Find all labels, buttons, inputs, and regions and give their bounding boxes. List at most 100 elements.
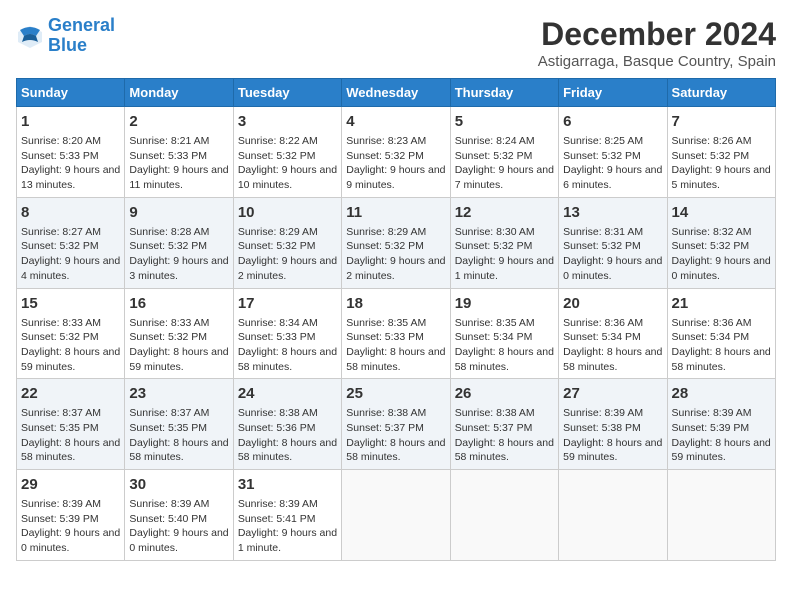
day-info: Sunrise: 8:32 AMSunset: 5:32 PMDaylight:… [672, 225, 771, 284]
calendar-cell: 27Sunrise: 8:39 AMSunset: 5:38 PMDayligh… [559, 379, 667, 470]
day-number: 12 [455, 202, 554, 223]
calendar-cell: 30Sunrise: 8:39 AMSunset: 5:40 PMDayligh… [125, 470, 233, 561]
calendar-cell: 24Sunrise: 8:38 AMSunset: 5:36 PMDayligh… [233, 379, 341, 470]
calendar-cell: 18Sunrise: 8:35 AMSunset: 5:33 PMDayligh… [342, 288, 450, 379]
calendar-cell: 10Sunrise: 8:29 AMSunset: 5:32 PMDayligh… [233, 197, 341, 288]
day-info: Sunrise: 8:35 AMSunset: 5:34 PMDaylight:… [455, 316, 554, 375]
calendar-cell: 19Sunrise: 8:35 AMSunset: 5:34 PMDayligh… [450, 288, 558, 379]
day-info: Sunrise: 8:25 AMSunset: 5:32 PMDaylight:… [563, 134, 662, 193]
header-cell-friday: Friday [559, 79, 667, 107]
day-number: 9 [129, 202, 228, 223]
day-number: 30 [129, 474, 228, 495]
calendar-cell: 17Sunrise: 8:34 AMSunset: 5:33 PMDayligh… [233, 288, 341, 379]
day-number: 11 [346, 202, 445, 223]
day-info: Sunrise: 8:34 AMSunset: 5:33 PMDaylight:… [238, 316, 337, 375]
calendar-cell: 7Sunrise: 8:26 AMSunset: 5:32 PMDaylight… [667, 107, 775, 198]
day-number: 23 [129, 383, 228, 404]
day-number: 3 [238, 111, 337, 132]
calendar-cell: 20Sunrise: 8:36 AMSunset: 5:34 PMDayligh… [559, 288, 667, 379]
day-info: Sunrise: 8:36 AMSunset: 5:34 PMDaylight:… [672, 316, 771, 375]
calendar-cell: 21Sunrise: 8:36 AMSunset: 5:34 PMDayligh… [667, 288, 775, 379]
calendar-table: SundayMondayTuesdayWednesdayThursdayFrid… [16, 78, 776, 561]
day-info: Sunrise: 8:37 AMSunset: 5:35 PMDaylight:… [129, 406, 228, 465]
day-info: Sunrise: 8:38 AMSunset: 5:37 PMDaylight:… [455, 406, 554, 465]
day-number: 1 [21, 111, 120, 132]
day-info: Sunrise: 8:24 AMSunset: 5:32 PMDaylight:… [455, 134, 554, 193]
header-cell-wednesday: Wednesday [342, 79, 450, 107]
day-number: 31 [238, 474, 337, 495]
day-number: 6 [563, 111, 662, 132]
calendar-cell [559, 470, 667, 561]
header-cell-tuesday: Tuesday [233, 79, 341, 107]
calendar-cell: 22Sunrise: 8:37 AMSunset: 5:35 PMDayligh… [17, 379, 125, 470]
day-number: 20 [563, 293, 662, 314]
calendar-cell: 28Sunrise: 8:39 AMSunset: 5:39 PMDayligh… [667, 379, 775, 470]
day-number: 29 [21, 474, 120, 495]
day-info: Sunrise: 8:39 AMSunset: 5:38 PMDaylight:… [563, 406, 662, 465]
calendar-cell: 15Sunrise: 8:33 AMSunset: 5:32 PMDayligh… [17, 288, 125, 379]
header-cell-monday: Monday [125, 79, 233, 107]
day-info: Sunrise: 8:20 AMSunset: 5:33 PMDaylight:… [21, 134, 120, 193]
calendar-cell: 5Sunrise: 8:24 AMSunset: 5:32 PMDaylight… [450, 107, 558, 198]
calendar-cell: 6Sunrise: 8:25 AMSunset: 5:32 PMDaylight… [559, 107, 667, 198]
day-number: 8 [21, 202, 120, 223]
day-number: 19 [455, 293, 554, 314]
day-number: 18 [346, 293, 445, 314]
day-number: 22 [21, 383, 120, 404]
day-number: 16 [129, 293, 228, 314]
calendar-cell: 9Sunrise: 8:28 AMSunset: 5:32 PMDaylight… [125, 197, 233, 288]
day-info: Sunrise: 8:30 AMSunset: 5:32 PMDaylight:… [455, 225, 554, 284]
calendar-cell [342, 470, 450, 561]
day-info: Sunrise: 8:39 AMSunset: 5:40 PMDaylight:… [129, 497, 228, 556]
day-info: Sunrise: 8:36 AMSunset: 5:34 PMDaylight:… [563, 316, 662, 375]
day-info: Sunrise: 8:21 AMSunset: 5:33 PMDaylight:… [129, 134, 228, 193]
day-number: 4 [346, 111, 445, 132]
logo-icon [16, 22, 44, 50]
day-number: 7 [672, 111, 771, 132]
day-info: Sunrise: 8:28 AMSunset: 5:32 PMDaylight:… [129, 225, 228, 284]
calendar-cell: 11Sunrise: 8:29 AMSunset: 5:32 PMDayligh… [342, 197, 450, 288]
calendar-cell: 16Sunrise: 8:33 AMSunset: 5:32 PMDayligh… [125, 288, 233, 379]
calendar-body: 1Sunrise: 8:20 AMSunset: 5:33 PMDaylight… [17, 107, 776, 561]
day-number: 17 [238, 293, 337, 314]
calendar-cell: 31Sunrise: 8:39 AMSunset: 5:41 PMDayligh… [233, 470, 341, 561]
page-header: General Blue December 2024 Astigarraga, … [16, 16, 776, 70]
logo-text: General Blue [48, 16, 115, 56]
logo: General Blue [16, 16, 115, 56]
day-number: 15 [21, 293, 120, 314]
day-info: Sunrise: 8:37 AMSunset: 5:35 PMDaylight:… [21, 406, 120, 465]
day-info: Sunrise: 8:29 AMSunset: 5:32 PMDaylight:… [346, 225, 445, 284]
calendar-header: SundayMondayTuesdayWednesdayThursdayFrid… [17, 79, 776, 107]
calendar-week-1: 1Sunrise: 8:20 AMSunset: 5:33 PMDaylight… [17, 107, 776, 198]
day-info: Sunrise: 8:39 AMSunset: 5:39 PMDaylight:… [21, 497, 120, 556]
day-info: Sunrise: 8:31 AMSunset: 5:32 PMDaylight:… [563, 225, 662, 284]
day-info: Sunrise: 8:27 AMSunset: 5:32 PMDaylight:… [21, 225, 120, 284]
day-info: Sunrise: 8:33 AMSunset: 5:32 PMDaylight:… [21, 316, 120, 375]
day-number: 10 [238, 202, 337, 223]
day-info: Sunrise: 8:39 AMSunset: 5:39 PMDaylight:… [672, 406, 771, 465]
header-row: SundayMondayTuesdayWednesdayThursdayFrid… [17, 79, 776, 107]
day-number: 28 [672, 383, 771, 404]
day-info: Sunrise: 8:38 AMSunset: 5:37 PMDaylight:… [346, 406, 445, 465]
calendar-cell [667, 470, 775, 561]
calendar-cell: 3Sunrise: 8:22 AMSunset: 5:32 PMDaylight… [233, 107, 341, 198]
calendar-cell: 25Sunrise: 8:38 AMSunset: 5:37 PMDayligh… [342, 379, 450, 470]
calendar-cell: 12Sunrise: 8:30 AMSunset: 5:32 PMDayligh… [450, 197, 558, 288]
header-cell-sunday: Sunday [17, 79, 125, 107]
day-number: 25 [346, 383, 445, 404]
calendar-cell: 1Sunrise: 8:20 AMSunset: 5:33 PMDaylight… [17, 107, 125, 198]
day-info: Sunrise: 8:35 AMSunset: 5:33 PMDaylight:… [346, 316, 445, 375]
logo-line1: General [48, 15, 115, 35]
calendar-week-4: 22Sunrise: 8:37 AMSunset: 5:35 PMDayligh… [17, 379, 776, 470]
calendar-cell: 23Sunrise: 8:37 AMSunset: 5:35 PMDayligh… [125, 379, 233, 470]
calendar-cell: 2Sunrise: 8:21 AMSunset: 5:33 PMDaylight… [125, 107, 233, 198]
page-title: December 2024 [538, 16, 776, 53]
logo-line2: Blue [48, 35, 87, 55]
calendar-cell: 26Sunrise: 8:38 AMSunset: 5:37 PMDayligh… [450, 379, 558, 470]
day-number: 5 [455, 111, 554, 132]
calendar-cell: 4Sunrise: 8:23 AMSunset: 5:32 PMDaylight… [342, 107, 450, 198]
day-number: 24 [238, 383, 337, 404]
day-number: 2 [129, 111, 228, 132]
calendar-cell: 14Sunrise: 8:32 AMSunset: 5:32 PMDayligh… [667, 197, 775, 288]
day-info: Sunrise: 8:29 AMSunset: 5:32 PMDaylight:… [238, 225, 337, 284]
